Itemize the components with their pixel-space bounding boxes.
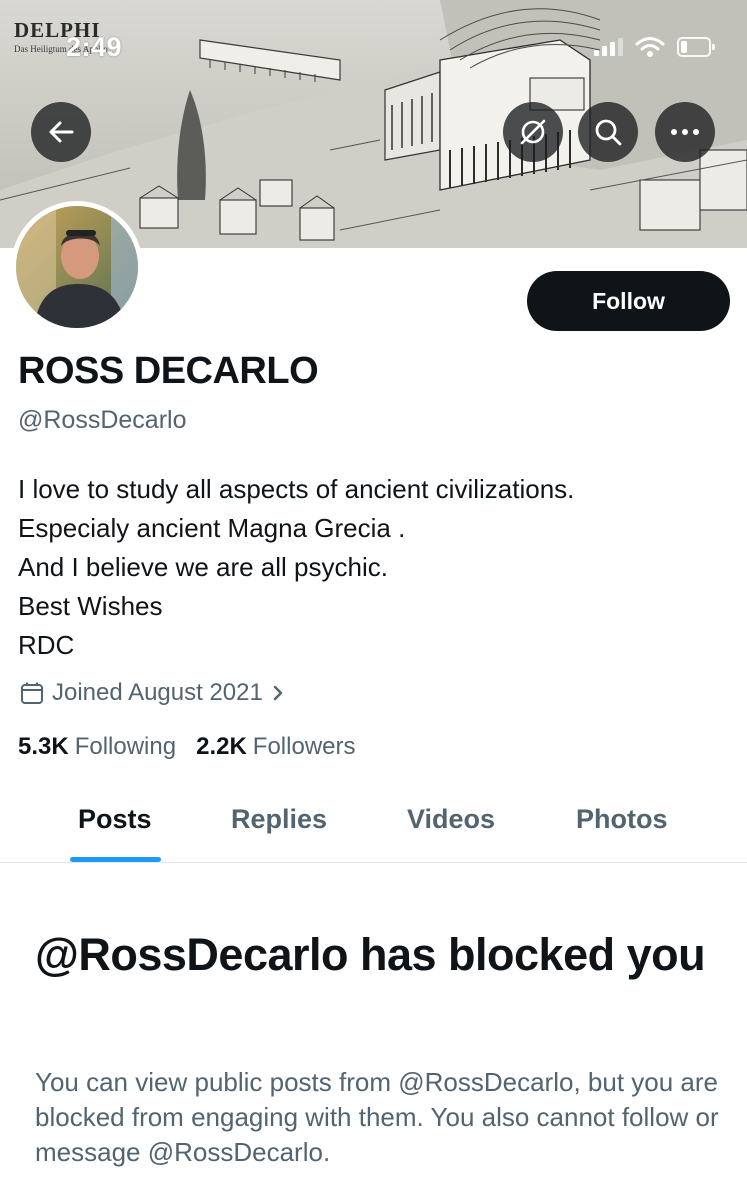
followers-link[interactable]: 2.2K Followers [196, 733, 355, 761]
tab-photos[interactable]: Photos [576, 804, 668, 835]
status-icons [594, 36, 715, 58]
avatar[interactable] [11, 201, 143, 333]
search-button[interactable] [578, 102, 638, 162]
display-name: ROSS DECARLO [18, 350, 319, 392]
bio-line: Best Wishes [18, 591, 163, 621]
active-tab-indicator [70, 857, 161, 862]
more-horizontal-icon [671, 129, 699, 135]
arrow-left-icon [49, 121, 74, 143]
status-time: 2:49 [66, 32, 123, 62]
bio-line: RDC [18, 630, 75, 660]
blocked-description: You can view public posts from @RossDeca… [35, 1067, 719, 1167]
bio-line: And I believe we are all psychic. [18, 552, 388, 582]
tab-videos[interactable]: Videos [407, 804, 495, 835]
bio-line: Especialy ancient Magna Grecia . [18, 513, 406, 543]
mute-button[interactable] [503, 102, 563, 162]
more-options-button[interactable] [655, 102, 715, 162]
following-label: Following [74, 733, 177, 760]
profile-tabs: Posts Replies Videos Photos [0, 790, 747, 863]
circle-slash-icon [520, 119, 546, 145]
joined-date[interactable]: Joined August 2021 [20, 679, 285, 707]
wifi-icon [635, 37, 665, 57]
blocked-title: @RossDecarlo has blocked you [35, 929, 706, 980]
bio-line: I love to study all aspects of ancient c… [18, 474, 575, 504]
follow-button[interactable]: Follow [527, 271, 730, 331]
calendar-icon [21, 682, 43, 704]
chevron-right-icon [273, 685, 283, 701]
cellular-signal-icon [594, 38, 623, 56]
search-icon [595, 119, 622, 146]
following-link[interactable]: 5.3K Following [18, 733, 176, 761]
following-count: 5.3K [18, 733, 69, 760]
profile-bio: I love to study all aspects of ancient c… [18, 470, 574, 665]
followers-label: Followers [252, 733, 356, 760]
tab-replies[interactable]: Replies [231, 804, 327, 835]
followers-count: 2.2K [196, 733, 247, 760]
battery-icon [677, 37, 715, 57]
back-button[interactable] [31, 102, 91, 162]
joined-label: Joined August 2021 [52, 679, 263, 706]
follow-stats: 5.3K Following 2.2K Followers [18, 733, 356, 761]
profile-handle: @RossDecarlo [18, 406, 187, 434]
avatar-photo [16, 206, 138, 328]
tab-posts[interactable]: Posts [78, 804, 152, 835]
